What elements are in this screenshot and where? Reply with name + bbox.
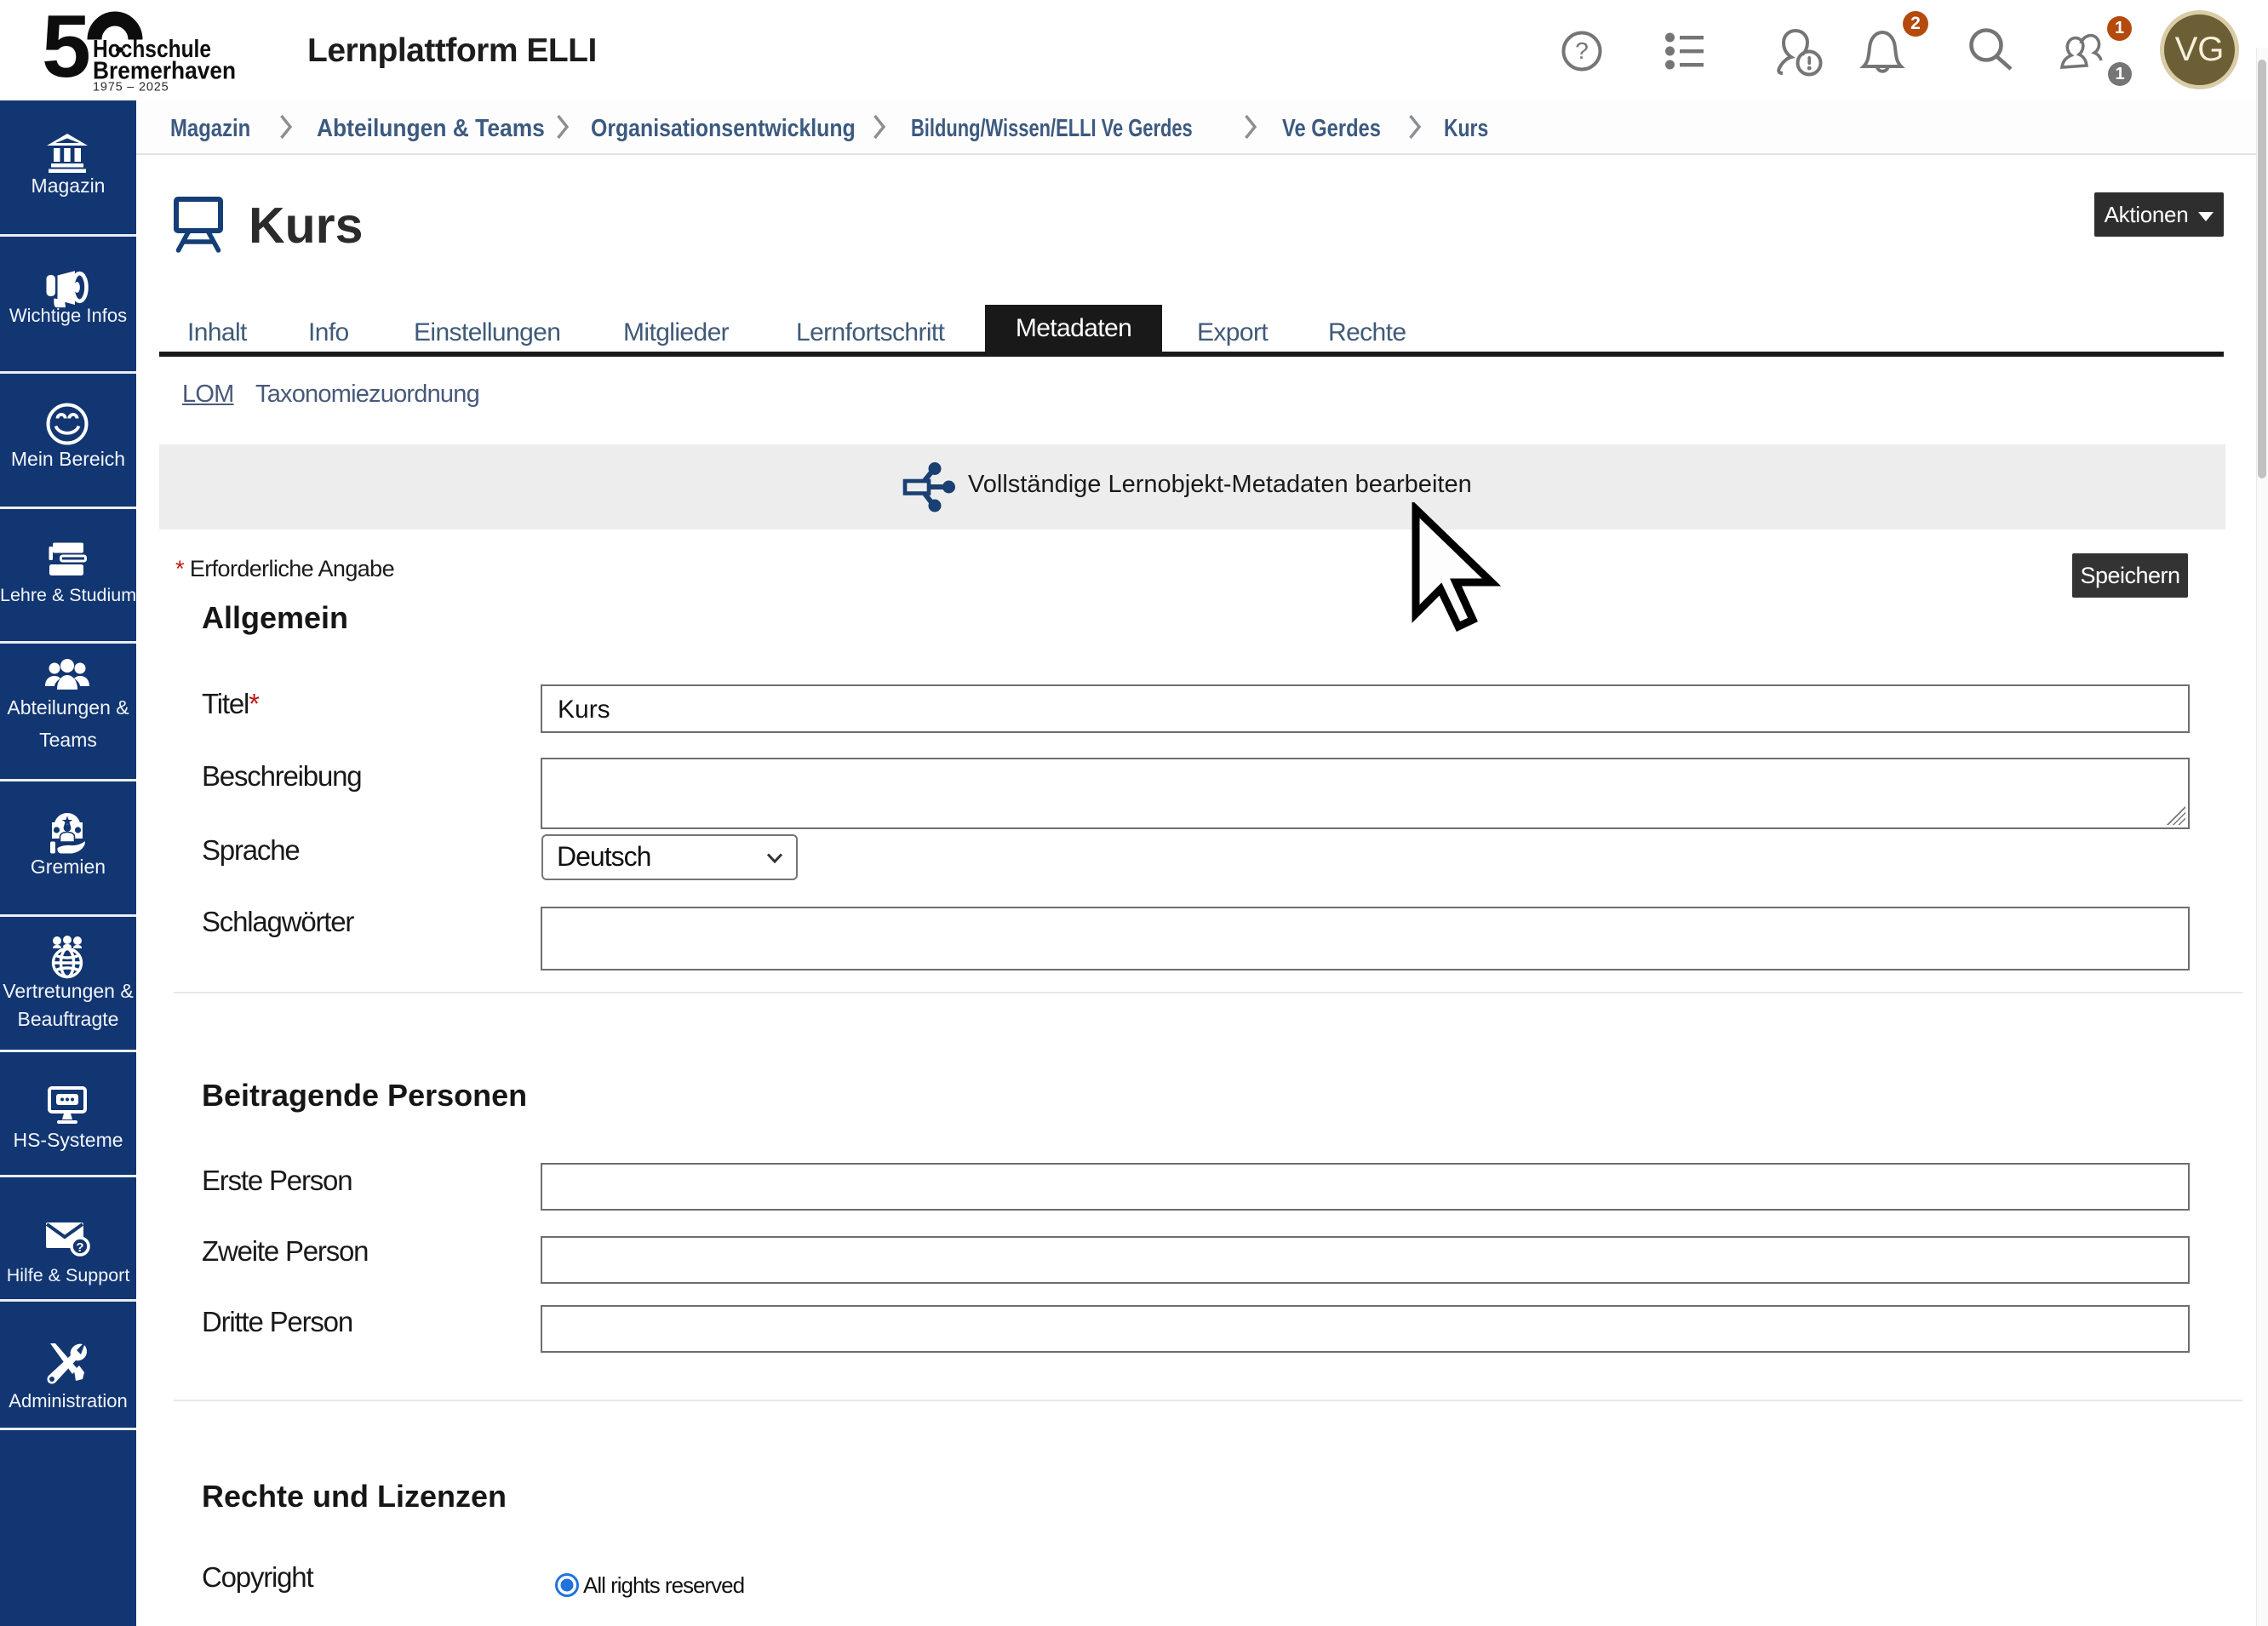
svg-text:5: 5: [42, 9, 91, 96]
svg-text:?: ?: [1575, 37, 1589, 64]
svg-text:1975 – 2025: 1975 – 2025: [93, 81, 169, 94]
svg-text:?: ?: [76, 1240, 83, 1255]
